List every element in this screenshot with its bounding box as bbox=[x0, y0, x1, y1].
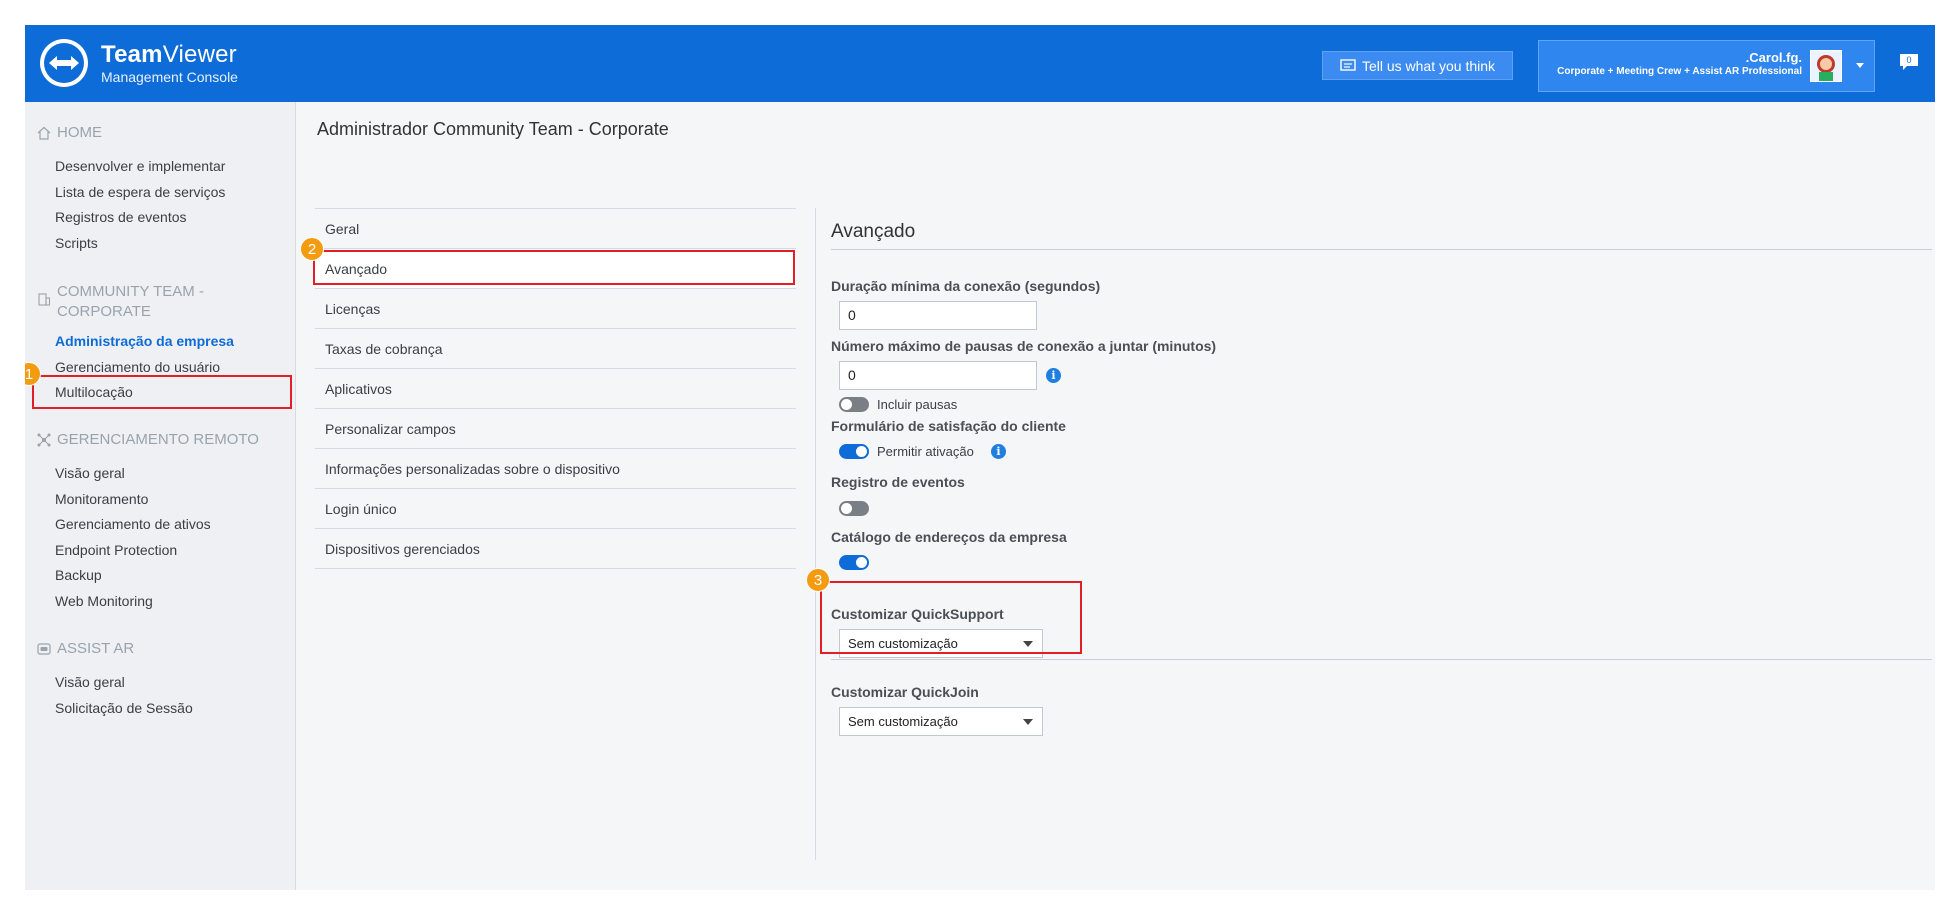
tab-licencas[interactable]: Licenças bbox=[315, 289, 796, 329]
max-pauses-label: Número máximo de pausas de conexão a jun… bbox=[831, 338, 1217, 354]
allow-activation-label: Permitir ativação bbox=[877, 444, 974, 459]
event-log-toggle[interactable] bbox=[839, 501, 869, 516]
max-pauses-input[interactable]: 0 bbox=[839, 361, 1037, 390]
section-title: Avançado bbox=[831, 221, 916, 242]
toggle-knob bbox=[841, 399, 852, 410]
chevron-down-icon bbox=[1023, 719, 1033, 725]
user-menu[interactable]: .Carol.fg. Corporate + Meeting Crew + As… bbox=[1538, 40, 1875, 92]
brand-name: TeamViewer bbox=[101, 43, 238, 67]
tab-taxas[interactable]: Taxas de cobrança bbox=[315, 329, 796, 369]
building-icon bbox=[38, 293, 51, 306]
sidebar-section-title: COMMUNITY TEAM - CORPORATE bbox=[57, 283, 204, 320]
section-divider bbox=[831, 249, 1932, 250]
sidebar-item-gerenciamento-usuario[interactable]: Gerenciamento do usuário bbox=[55, 358, 220, 376]
tab-informacoes-dispositivo[interactable]: Informações personalizadas sobre o dispo… bbox=[315, 449, 796, 489]
sidebar-item-desenvolver[interactable]: Desenvolver e implementar bbox=[55, 157, 225, 175]
sidebar-item-visao-geral[interactable]: Visão geral bbox=[55, 464, 125, 482]
step-badge-3: 3 bbox=[806, 568, 830, 592]
chevron-down-icon[interactable] bbox=[1856, 63, 1864, 68]
headset-icon bbox=[37, 643, 51, 655]
highlight-administracao bbox=[32, 375, 292, 409]
min-duration-input[interactable]: 0 bbox=[839, 301, 1037, 330]
app-window: TeamViewer Management Console Tell us wh… bbox=[25, 25, 1935, 890]
user-info: .Carol.fg. Corporate + Meeting Crew + As… bbox=[1557, 50, 1802, 78]
sidebar-item-endpoint[interactable]: Endpoint Protection bbox=[55, 541, 177, 559]
brand: TeamViewer Management Console bbox=[101, 43, 238, 86]
include-pauses-label: Incluir pausas bbox=[877, 397, 958, 412]
feedback-icon bbox=[1340, 58, 1356, 71]
user-plan: Corporate + Meeting Crew + Assist AR Pro… bbox=[1557, 66, 1802, 77]
brand-subtitle: Management Console bbox=[101, 69, 238, 85]
sidebar-item-monitoramento[interactable]: Monitoramento bbox=[55, 490, 148, 508]
address-book-toggle[interactable] bbox=[839, 555, 869, 570]
content-divider bbox=[815, 208, 816, 860]
sidebar-section-remote[interactable]: GERENCIAMENTO REMOTO bbox=[37, 430, 259, 450]
info-icon[interactable]: i bbox=[991, 444, 1006, 459]
tab-dispositivos-gerenciados[interactable]: Dispositivos gerenciados bbox=[315, 529, 796, 569]
highlight-address-book bbox=[820, 581, 1082, 654]
highlight-avancado-tab bbox=[313, 250, 795, 285]
feedback-button[interactable]: Tell us what you think bbox=[1322, 51, 1513, 80]
page-title: Administrador Community Team - Corporate bbox=[317, 119, 669, 139]
avatar[interactable] bbox=[1810, 50, 1842, 82]
brand-name-rest: Viewer bbox=[162, 41, 237, 68]
sidebar-item-scripts[interactable]: Scripts bbox=[55, 234, 98, 252]
quickjoin-selected: Sem customização bbox=[848, 714, 958, 729]
notifications-icon[interactable]: 0 bbox=[1899, 53, 1919, 71]
tab-personalizar-campos[interactable]: Personalizar campos bbox=[315, 409, 796, 449]
sidebar-item-lista-espera[interactable]: Lista de espera de serviços bbox=[55, 183, 225, 201]
address-book-label: Catálogo de endereços da empresa bbox=[831, 529, 1067, 545]
allow-activation-toggle[interactable] bbox=[839, 444, 869, 459]
sidebar-section-title: HOME bbox=[57, 124, 102, 141]
quickjoin-label: Customizar QuickJoin bbox=[831, 684, 979, 700]
sidebar-section-community[interactable]: COMMUNITY TEAM - CORPORATE bbox=[37, 282, 277, 322]
event-log-label: Registro de eventos bbox=[831, 474, 965, 490]
sidebar-item-solicitacao-sessao[interactable]: Solicitação de Sessão bbox=[55, 699, 193, 717]
sidebar-item-web-monitoring[interactable]: Web Monitoring bbox=[55, 592, 153, 610]
sidebar-item-backup[interactable]: Backup bbox=[55, 566, 102, 584]
section-divider bbox=[831, 659, 1932, 660]
tab-geral[interactable]: Geral bbox=[315, 209, 796, 249]
sidebar-section-assist[interactable]: ASSIST AR bbox=[37, 639, 134, 659]
sidebar-item-registros[interactable]: Registros de eventos bbox=[55, 208, 187, 226]
notifications-count: 0 bbox=[1906, 55, 1911, 65]
logo-arrows-icon bbox=[44, 43, 84, 83]
tab-aplicativos[interactable]: Aplicativos bbox=[315, 369, 796, 409]
satisfaction-label: Formulário de satisfação do cliente bbox=[831, 418, 1066, 434]
sidebar-item-assist-visao-geral[interactable]: Visão geral bbox=[55, 673, 125, 691]
quickjoin-select[interactable]: Sem customização bbox=[839, 707, 1043, 736]
toggle-knob bbox=[841, 503, 852, 514]
info-icon[interactable]: i bbox=[1046, 368, 1061, 383]
network-icon bbox=[37, 433, 51, 447]
sidebar: HOME Desenvolver e implementar Lista de … bbox=[25, 102, 296, 890]
toggle-knob bbox=[856, 557, 867, 568]
include-pauses-toggle[interactable] bbox=[839, 397, 869, 412]
sidebar-section-title: ASSIST AR bbox=[57, 640, 135, 657]
min-duration-label: Duração mínima da conexão (segundos) bbox=[831, 278, 1101, 294]
sidebar-item-administracao[interactable]: Administração da empresa bbox=[55, 332, 234, 350]
top-header: TeamViewer Management Console Tell us wh… bbox=[25, 25, 1935, 102]
brand-name-strong: Team bbox=[101, 41, 163, 68]
sidebar-section-home[interactable]: HOME bbox=[37, 123, 102, 143]
user-name: .Carol.fg. bbox=[1745, 50, 1802, 65]
sidebar-section-title: GERENCIAMENTO REMOTO bbox=[57, 431, 259, 448]
home-icon bbox=[37, 126, 51, 140]
feedback-label: Tell us what you think bbox=[1361, 57, 1496, 74]
sidebar-item-ativos[interactable]: Gerenciamento de ativos bbox=[55, 515, 211, 533]
teamviewer-logo[interactable] bbox=[40, 39, 88, 87]
tab-login-unico[interactable]: Login único bbox=[315, 489, 796, 529]
step-badge-2: 2 bbox=[300, 237, 324, 261]
toggle-knob bbox=[856, 446, 867, 457]
